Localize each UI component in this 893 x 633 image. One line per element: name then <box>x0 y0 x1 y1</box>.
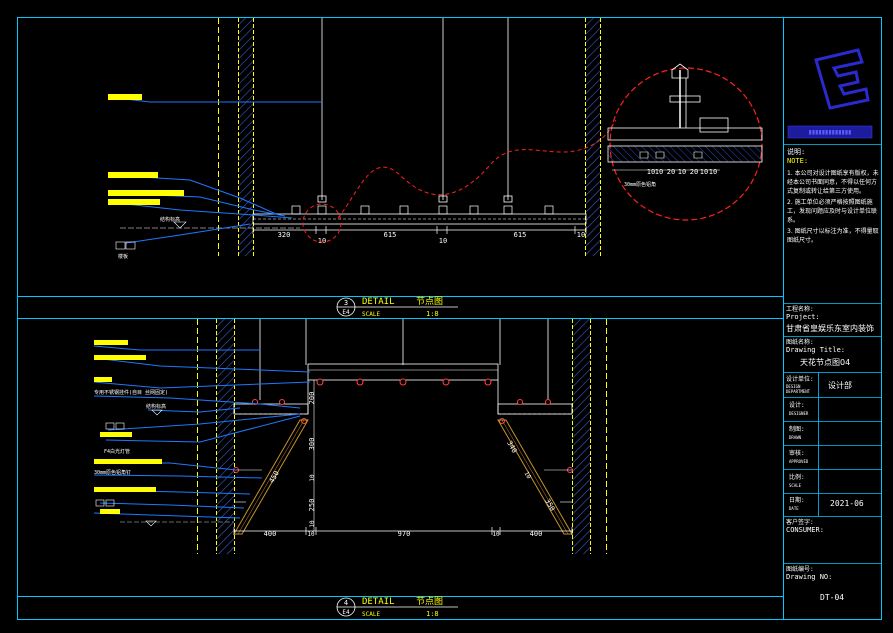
lower-marker-top: 4 <box>344 599 348 607</box>
drawing-no-label-en: Drawing NO: <box>786 573 833 581</box>
svg-text:▮▮▮▮▮▮▮▮▮▮▮▮▮: ▮▮▮▮▮▮▮▮▮▮▮▮▮ <box>809 129 852 136</box>
revision-cloud-path <box>337 119 617 219</box>
lower-scale-value: 1:8 <box>426 610 439 618</box>
drawing-title-label: 图纸名称: <box>786 339 814 346</box>
lower-dim-1: 10 <box>307 531 315 538</box>
upper-label-bar-2 <box>108 172 158 178</box>
client-label-en: CONSUMER: <box>786 526 824 534</box>
designer-label-en: DESIGNER <box>789 411 809 416</box>
client-label: 客户签字: <box>786 519 814 526</box>
callout-dim-5: 10 <box>700 168 708 176</box>
callout-magnified <box>607 63 763 221</box>
date-value: 2021-06 <box>830 499 864 508</box>
upper-dim-4: 615 <box>514 231 527 239</box>
upper-scale-value: 1:8 <box>426 310 439 318</box>
upper-scale-label: SCALE <box>362 311 380 318</box>
upper-dim-3: 10 <box>439 237 447 245</box>
project-label: 工程名称: <box>786 306 814 313</box>
lower-vdim-4: 10 <box>309 520 316 528</box>
lower-note-0: 专用不锈钢挂件(自目 丝网固定) <box>94 389 168 396</box>
drawn-label-en: DRAWN <box>789 435 802 440</box>
lower-right-diag-dim-1: 10 <box>522 470 532 480</box>
callout-dim-4: 20 <box>690 168 698 176</box>
callout-dim-1: 10 <box>655 168 663 176</box>
lower-vdim-1: 300 <box>308 438 316 451</box>
lower-detail: 400 10 970 10 400 200 300 10 250 10 450 … <box>93 319 607 554</box>
light-trough-box <box>307 363 499 381</box>
upper-dim-5: 10 <box>577 231 585 239</box>
note-item-2: 2. 施工单位必须严格按照图纸施工，发现问题应及时与设计单位联系。 <box>787 199 878 224</box>
callout-dim-2: 20 <box>667 168 675 176</box>
project-name: 甘肃省皇娱乐东室内装饰 <box>786 324 874 333</box>
lower-vdim-2: 10 <box>309 474 316 482</box>
lower-note-3: 结构标高 <box>146 403 166 410</box>
upper-dim-0: 320 <box>278 231 291 239</box>
project-label-en: Project: <box>786 313 820 321</box>
lower-dim-0: 400 <box>264 530 277 538</box>
note-item-3: 3. 图纸尺寸以标注为准，不得量取图纸尺寸。 <box>787 228 879 244</box>
upper-detail: 320 10 615 10 615 10 结构标高 楼板 10 10 20 10… <box>107 18 763 260</box>
cad-drawing-sheet: ▮▮▮▮▮▮▮▮▮▮▮▮▮ 320 10 615 10 615 10 结构标高 … <box>17 17 882 620</box>
lower-marker-bottom: E4 <box>342 609 350 616</box>
design-label-en: DESIGN DEPARTMENT <box>786 384 811 394</box>
upper-dim-2: 615 <box>384 231 397 239</box>
approved-label-en: APPROVED <box>789 459 809 464</box>
lower-title-en: DETAIL <box>362 597 395 607</box>
approved-label: 审核: <box>789 450 805 457</box>
lower-scale-label: SCALE <box>362 611 380 618</box>
lower-vdim-3: 250 <box>308 499 316 512</box>
lower-note-2: 30mm原色铝角钉 <box>94 469 131 476</box>
drawn-label: 制图: <box>789 426 805 433</box>
lower-vdim-0: 200 <box>308 392 316 405</box>
callout-note: 30mm原色铝角 <box>624 181 656 188</box>
upper-wall-hatch <box>238 18 253 256</box>
design-value: 设计部 <box>828 381 852 390</box>
upper-marker-bottom: E4 <box>342 309 350 316</box>
notes-header: 说明: <box>787 148 806 156</box>
upper-label-bar-3 <box>108 190 184 196</box>
upper-title-cn: 节点图 <box>416 296 443 307</box>
lower-dim-3: 10 <box>492 531 500 538</box>
note-item-1: 1. 本公司对设计图纸享有版权，未经本公司书面同意，不得以任何方式复制或转让给第… <box>787 170 879 195</box>
lower-dim-2: 970 <box>398 530 411 538</box>
upper-label-bar-1 <box>108 94 142 100</box>
scale-label-en: SCALE <box>789 483 802 488</box>
drawing-title: 天花节点图04 <box>800 358 851 367</box>
drawing-no: DT-04 <box>820 593 845 602</box>
lower-title-cn: 节点图 <box>416 596 443 607</box>
lower-dim-4: 400 <box>530 530 543 538</box>
diagonal-beams <box>233 419 573 535</box>
notes-sub: NOTE: <box>787 157 809 165</box>
design-label: 设计单位: <box>786 376 814 383</box>
upper-label-bar-4 <box>108 199 160 205</box>
callout-dim-6: 10 <box>709 168 717 176</box>
upper-level-label: 结构标高 <box>160 216 180 223</box>
upper-marker-top: 3 <box>344 299 348 307</box>
drawing-no-label: 图纸编号: <box>786 566 814 573</box>
upper-title-en: DETAIL <box>362 297 395 307</box>
scale-label: 比例: <box>789 474 805 481</box>
upper-dim-1: 10 <box>318 237 326 245</box>
sheet-frame <box>17 17 882 620</box>
callout-dim-3: 10 <box>678 168 686 176</box>
notes-list: 1. 本公司对设计图纸享有版权，未经本公司书面同意，不得以任何方式复制或转让给第… <box>787 169 879 247</box>
date-label: 日期: <box>789 497 805 504</box>
date-label-en: DATE <box>789 506 799 511</box>
drawing-title-label-en: Drawing Title: <box>786 346 846 354</box>
lower-detail-title: 4 E4 DETAIL 节点图 SCALE 1:8 <box>336 596 458 618</box>
upper-detail-title: 3 E4 DETAIL 节点图 SCALE 1:8 <box>336 296 458 318</box>
company-logo: ▮▮▮▮▮▮▮▮▮▮▮▮▮ <box>787 48 873 139</box>
designer-label: 设计: <box>789 402 805 409</box>
lower-note-1: F4白光灯管 <box>104 448 130 455</box>
upper-note-label: 楼板 <box>118 253 128 260</box>
